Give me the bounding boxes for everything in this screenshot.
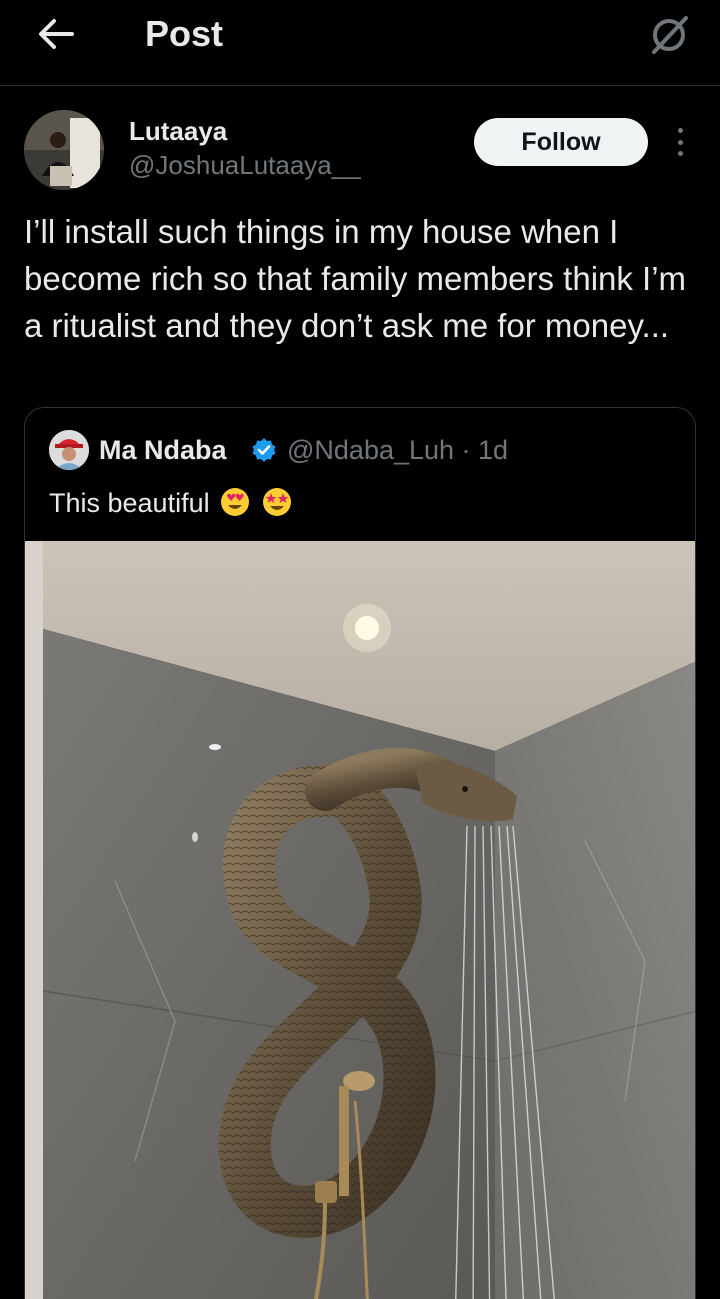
snake-shower-image <box>25 541 695 1299</box>
heart-eyes-emoji-icon <box>221 488 250 516</box>
verified-badge-icon <box>252 438 276 462</box>
author-name[interactable]: Lutaaya <box>129 116 227 146</box>
more-dot-icon <box>677 151 683 156</box>
quote-text: This beautiful <box>49 486 293 520</box>
author-handle[interactable]: @JoshuaLutaaya__ <box>129 150 361 180</box>
arrow-left-icon <box>39 19 74 49</box>
top-bar: Post <box>0 0 720 86</box>
more-dot-icon <box>677 128 683 133</box>
quote-text-content: This beautiful <box>49 488 210 518</box>
follow-button[interactable]: Follow <box>474 118 648 166</box>
more-dot-icon <box>677 139 683 145</box>
grok-icon <box>652 16 688 54</box>
more-options-button[interactable] <box>668 124 692 160</box>
author-avatar[interactable] <box>24 110 104 190</box>
quote-author-name[interactable]: Ma Ndaba <box>99 434 227 466</box>
grok-button[interactable] <box>640 10 700 58</box>
page-title: Post <box>145 13 224 54</box>
post-text: I’ll install such things in my house whe… <box>24 213 687 344</box>
quote-avatar[interactable] <box>49 430 89 470</box>
quote-media-image[interactable] <box>25 541 695 1299</box>
back-button[interactable] <box>30 12 82 56</box>
author-row: Lutaaya @JoshuaLutaaya__ Follow <box>0 86 720 196</box>
star-struck-emoji-icon <box>262 488 291 516</box>
quoted-post[interactable]: Ma Ndaba @Ndaba_Luh · 1d This beautiful <box>24 407 696 1299</box>
quote-author-handle[interactable]: @Ndaba_Luh · 1d <box>287 434 508 466</box>
